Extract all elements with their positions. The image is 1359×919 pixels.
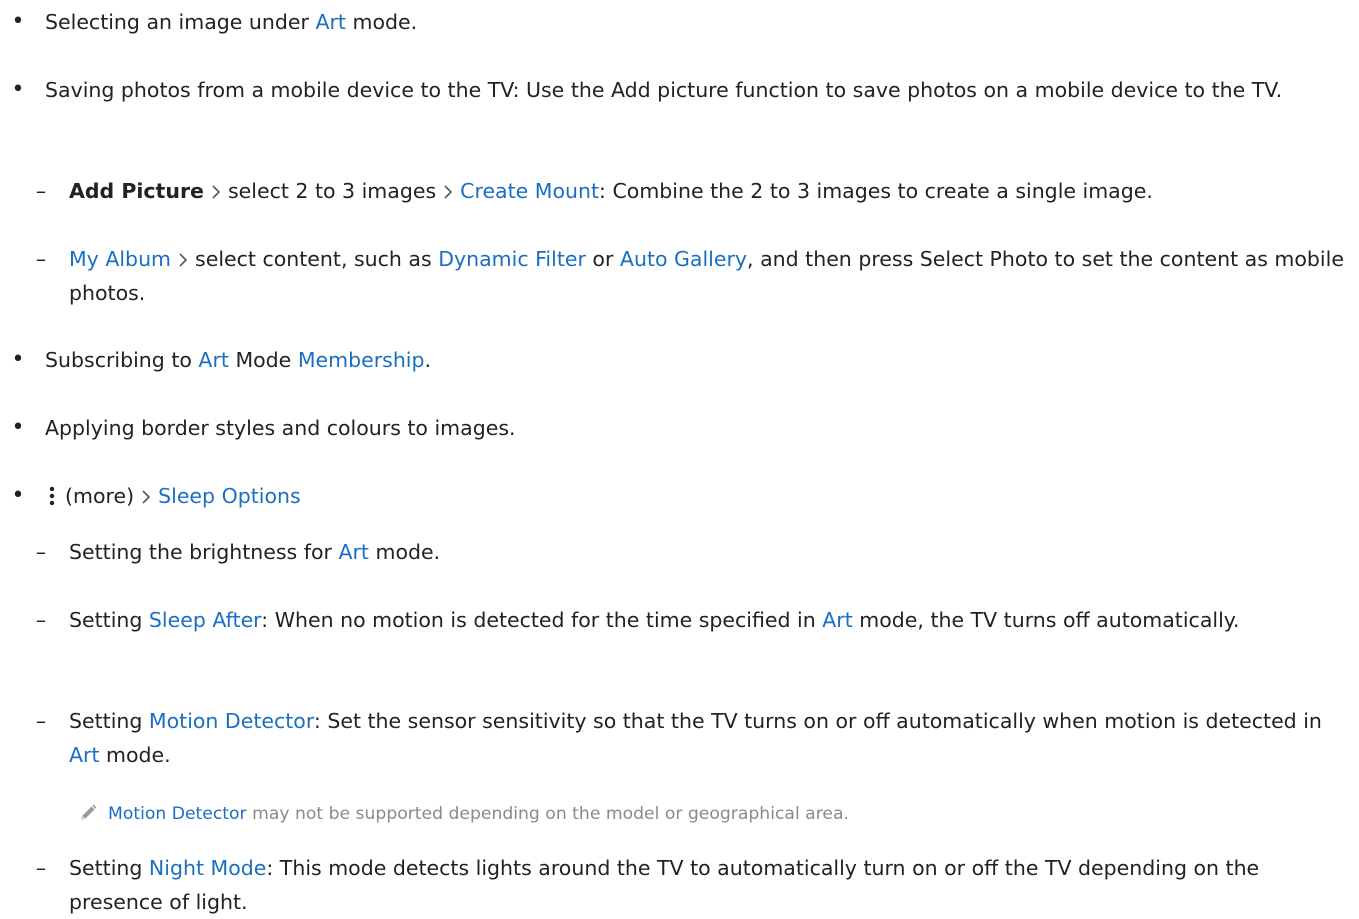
list-item: • Subscribing to Art Mode Membership. <box>0 343 1359 377</box>
motion-detector-link[interactable]: Motion Detector <box>108 804 247 824</box>
list-item-text: Selecting an image under Art mode. <box>45 5 1345 39</box>
dash: – <box>35 540 47 564</box>
note: Motion Detector may not be supported dep… <box>78 799 1359 829</box>
text-run: : Combine the 2 to 3 images to create a … <box>599 179 1153 203</box>
chevron-right-icon <box>212 185 221 199</box>
auto-gallery-link[interactable]: Auto Gallery <box>620 247 747 271</box>
list-item-text: Subscribing to Art Mode Membership. <box>45 343 1345 377</box>
membership-link[interactable]: Membership <box>298 348 425 372</box>
chevron-right-icon <box>444 185 453 199</box>
art-link[interactable]: Art <box>69 743 100 767</box>
motion-detector-link[interactable]: Motion Detector <box>149 709 314 733</box>
my-album-link[interactable]: My Album <box>69 247 171 271</box>
text-run: mode. <box>99 743 171 767</box>
list-item-text: Setting Sleep After: When no motion is d… <box>69 603 1351 637</box>
text-run: may not be supported depending on the mo… <box>246 804 849 824</box>
art-link[interactable]: Art <box>822 608 853 632</box>
text-run: Setting the brightness for <box>69 540 339 564</box>
text-run: mode. <box>345 10 418 34</box>
list-item: • (more) Sleep Options <box>0 479 1359 513</box>
dash: – <box>35 608 47 632</box>
list-item: • Selecting an image under Art mode. <box>0 5 1359 39</box>
text-run: mode, the TV turns off automatically. <box>852 608 1240 632</box>
text-run: select 2 to 3 images <box>227 179 437 203</box>
sleep-after-link[interactable]: Sleep After <box>149 608 261 632</box>
sub-list-item: – Add Picture select 2 to 3 images Create … <box>0 174 1359 208</box>
list-item-text: Applying border styles and colours to im… <box>45 416 516 440</box>
text-run: : When no motion is detected for the tim… <box>261 608 823 632</box>
text-run: or <box>585 247 620 271</box>
sleep-options-link[interactable]: Sleep Options <box>158 484 301 508</box>
create-mount-link[interactable]: Create Mount <box>460 179 599 203</box>
sub-list-item: – Setting Motion Detector: Set the senso… <box>0 704 1359 772</box>
dynamic-filter-link[interactable]: Dynamic Filter <box>438 247 586 271</box>
bullet: • <box>11 415 25 440</box>
add-picture-label: Add Picture <box>69 179 204 203</box>
text-run: Selecting an image under <box>45 10 316 34</box>
dash: – <box>35 179 47 203</box>
dash: – <box>35 709 47 733</box>
list-item: • Applying border styles and colours to … <box>0 411 1359 445</box>
list-item-text: Setting Night Mode: This mode detects li… <box>69 851 1351 919</box>
art-link[interactable]: Art <box>338 540 369 564</box>
bullet: • <box>11 483 25 508</box>
list-item: • Saving photos from a mobile device to … <box>0 73 1359 107</box>
text-run: select content, such as <box>195 247 439 271</box>
text-run: Subscribing to <box>45 348 199 372</box>
list-item-text: Add Picture select 2 to 3 images Create Mo… <box>69 174 1351 208</box>
sub-list-item: – Setting Sleep After: When no motion is… <box>0 603 1359 637</box>
art-link[interactable]: Art <box>198 348 229 372</box>
dash: – <box>35 247 47 271</box>
list-item-text: Saving photos from a mobile device to th… <box>45 78 1283 102</box>
text-run: . <box>424 348 432 372</box>
manual-page: • Selecting an image under Art mode. • S… <box>0 0 1359 919</box>
text-run: Setting <box>69 709 149 733</box>
pencil-note-icon <box>81 804 97 820</box>
more-vertical-icon <box>49 486 55 506</box>
dash: – <box>35 856 47 880</box>
text-run: mode. <box>368 540 441 564</box>
bullet: • <box>11 9 25 34</box>
text-run: (more) <box>65 484 135 508</box>
night-mode-link[interactable]: Night Mode <box>149 856 266 880</box>
bullet: • <box>11 77 25 102</box>
sub-list-item: – My Album select content, such as Dynami… <box>0 242 1359 310</box>
chevron-right-icon <box>142 490 151 504</box>
list-item-text: (more) Sleep Options <box>45 479 1345 513</box>
list-item-text: Setting the brightness for Art mode. <box>69 535 1351 569</box>
list-item-text: Setting Motion Detector: Set the sensor … <box>69 704 1351 772</box>
list-item-text: My Album select content, such as Dynamic … <box>69 242 1351 310</box>
text-run: Setting <box>69 608 149 632</box>
text-run: : Set the sensor sensitivity so that the… <box>313 709 1322 733</box>
sub-list-item: – Setting the brightness for Art mode. <box>0 535 1359 569</box>
bullet: • <box>11 347 25 372</box>
text-run: Mode <box>228 348 298 372</box>
art-link[interactable]: Art <box>315 10 346 34</box>
note-text: Motion Detector may not be supported dep… <box>108 799 1359 829</box>
sub-list-item: – Setting Night Mode: This mode detects … <box>0 851 1359 919</box>
chevron-right-icon <box>179 253 188 267</box>
text-run: Setting <box>69 856 149 880</box>
